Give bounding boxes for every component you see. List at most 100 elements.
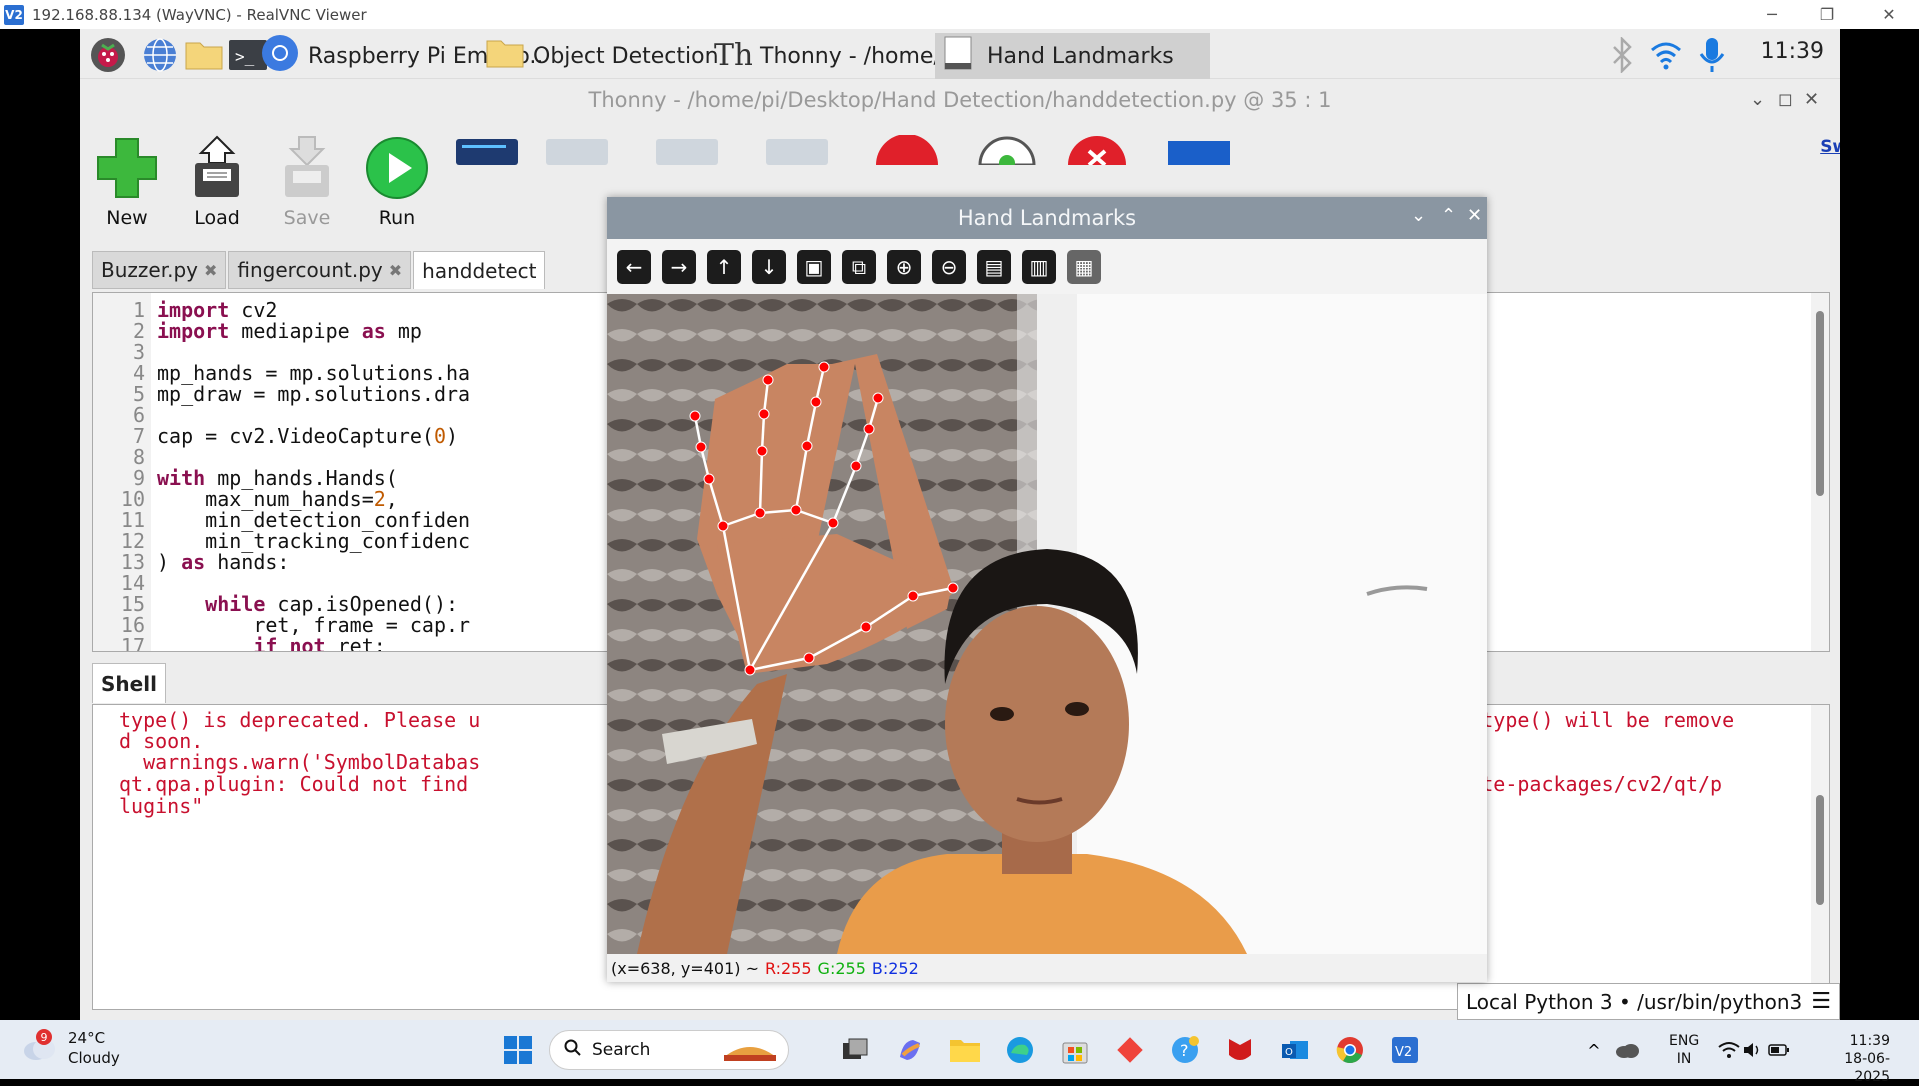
- wifi-icon[interactable]: [1717, 1030, 1741, 1070]
- chevron-up-icon[interactable]: ^: [1582, 1030, 1606, 1070]
- close-button[interactable]: ✕: [1862, 0, 1916, 29]
- scrollbar-thumb[interactable]: [1816, 311, 1824, 496]
- switch-mode-link[interactable]: Switch to regular mode: [1730, 135, 1840, 207]
- help-icon[interactable]: ?: [1165, 1030, 1205, 1070]
- tab-buzzer[interactable]: Buzzer.py ✖: [92, 251, 227, 289]
- shell-line: lugins": [119, 794, 204, 818]
- task-raspberry-pi-emotion[interactable]: Raspberry Pi Emotio..: [260, 33, 543, 79]
- onedrive-icon[interactable]: [1612, 1030, 1642, 1070]
- svg-text:Th: Th: [714, 38, 752, 73]
- task-view-icon[interactable]: [835, 1030, 875, 1070]
- raspberry-menu-icon[interactable]: [88, 35, 128, 75]
- volume-icon[interactable]: [1741, 1030, 1765, 1070]
- task-object-detection[interactable]: Object Detection: [485, 33, 719, 79]
- language-code: ENG: [1669, 1033, 1700, 1049]
- chevron-up-icon[interactable]: ⌃: [1441, 205, 1456, 226]
- interpreter-label: Local Python 3 • /usr/bin/python3: [1466, 989, 1803, 1014]
- chevron-down-icon[interactable]: ⌄: [1411, 205, 1426, 226]
- weather-widget[interactable]: 9 24°C Cloudy: [22, 1028, 120, 1068]
- new-button[interactable]: New: [82, 135, 172, 245]
- shell-line: warnings.warn('SymbolDatabas: [119, 750, 481, 774]
- bluetooth-icon[interactable]: [1602, 35, 1642, 75]
- run-button[interactable]: Run: [352, 135, 442, 245]
- copilot-icon[interactable]: [890, 1030, 930, 1070]
- svg-text:O: O: [1285, 1047, 1293, 1058]
- maximize-icon[interactable]: ◻: [1778, 89, 1793, 110]
- hamburger-menu-icon[interactable]: ☰: [1811, 989, 1831, 1014]
- close-icon[interactable]: ✕: [1467, 205, 1482, 226]
- task-thonny[interactable]: Th Thonny - /home/pi/..: [712, 33, 982, 79]
- run-label: Run: [378, 207, 416, 229]
- camera-frame[interactable]: [607, 294, 1487, 954]
- zoom-out-icon[interactable]: ⊖: [932, 249, 966, 284]
- web-browser-icon[interactable]: [140, 35, 180, 75]
- mcafee-icon[interactable]: [1220, 1030, 1260, 1070]
- search-placeholder: Search: [592, 1040, 651, 1060]
- cloud-icon: 9: [22, 1029, 58, 1063]
- code-line: mp_draw = mp.solutions.dra: [157, 382, 471, 406]
- landmark-point: [790, 504, 802, 516]
- pan-left-icon[interactable]: ←: [617, 249, 651, 284]
- window-title: Hand Landmarks: [957, 206, 1137, 230]
- tab-shell[interactable]: Shell: [92, 663, 166, 703]
- close-tab-icon[interactable]: ✖: [389, 261, 402, 280]
- maximize-button[interactable]: ❐: [1800, 0, 1854, 29]
- close-icon[interactable]: ✕: [1804, 89, 1819, 110]
- region-code: IN: [1676, 1051, 1692, 1067]
- code-line: ) as hands:: [157, 550, 290, 574]
- realvnc-taskbar-icon[interactable]: V2: [1385, 1030, 1425, 1070]
- debug-button[interactable]: [442, 135, 532, 245]
- landmark-point: [872, 392, 884, 404]
- wifi-icon[interactable]: [1646, 35, 1686, 75]
- load-button[interactable]: Load: [172, 135, 262, 245]
- copy-clipboard-icon[interactable]: ▥: [1022, 249, 1056, 284]
- load-file-icon: [195, 135, 239, 197]
- system-clock[interactable]: 11:39 18-06-2025: [1810, 1032, 1890, 1086]
- properties-icon[interactable]: ▦: [1067, 249, 1101, 284]
- landmark-point: [860, 621, 872, 633]
- switch-mode-line: regular: [1730, 159, 1840, 183]
- zoom-in-icon[interactable]: ⊕: [887, 249, 921, 284]
- windows-taskbar: 9 24°C Cloudy Search ? O V2 ^ ENG IN 11:…: [0, 1020, 1919, 1085]
- outlook-icon[interactable]: O: [1275, 1030, 1315, 1070]
- chrome-icon[interactable]: [1330, 1030, 1370, 1070]
- tab-label: fingercount.py: [237, 258, 383, 282]
- step-out-icon: [766, 139, 828, 165]
- minimize-button[interactable]: ─: [1745, 0, 1799, 29]
- close-tab-icon[interactable]: ✖: [204, 261, 217, 280]
- tab-fingercount[interactable]: fingercount.py ✖: [228, 251, 412, 289]
- microphone-icon[interactable]: [1692, 35, 1732, 75]
- language-indicator[interactable]: ENG IN: [1669, 1032, 1699, 1068]
- save-label: Save: [283, 207, 331, 229]
- landmark-point: [810, 396, 822, 408]
- file-manager-icon[interactable]: [184, 35, 224, 75]
- save-image-icon[interactable]: ▤: [977, 249, 1011, 284]
- zoom-fit-icon[interactable]: ⧉: [842, 249, 876, 284]
- hand-landmarks-titlebar[interactable]: Hand Landmarks ⌄ ⌃ ✕: [607, 197, 1487, 239]
- windows-start-icon[interactable]: [498, 1030, 538, 1070]
- anydesk-icon[interactable]: [1110, 1030, 1150, 1070]
- interpreter-selector[interactable]: Local Python 3 • /usr/bin/python3 ☰: [1457, 983, 1840, 1020]
- chevron-down-icon[interactable]: ⌄: [1750, 89, 1765, 110]
- task-hand-landmarks[interactable]: Hand Landmarks: [935, 33, 1210, 79]
- microsoft-store-icon[interactable]: [1055, 1030, 1095, 1070]
- shell-scrollbar[interactable]: [1811, 705, 1829, 1009]
- vnc-titlebar: V2 192.168.88.134 (WayVNC) - RealVNC Vie…: [0, 0, 1919, 29]
- scrollbar-thumb[interactable]: [1816, 795, 1824, 905]
- editor-scrollbar[interactable]: [1811, 293, 1829, 651]
- taskbar-search[interactable]: Search: [549, 1030, 789, 1070]
- resume-icon: [876, 135, 938, 165]
- pan-down-icon[interactable]: ↓: [752, 249, 786, 284]
- pan-up-icon[interactable]: ↑: [707, 249, 741, 284]
- pan-right-icon[interactable]: →: [662, 249, 696, 284]
- save-button[interactable]: Save: [262, 135, 352, 245]
- landmark-point: [827, 517, 839, 529]
- file-explorer-icon[interactable]: [945, 1030, 985, 1070]
- landmark-point: [762, 374, 774, 386]
- thonny-icon: Th: [712, 33, 753, 79]
- zoom-reset-icon[interactable]: ▣: [797, 249, 831, 284]
- edge-icon[interactable]: [1000, 1030, 1040, 1070]
- battery-icon[interactable]: [1767, 1030, 1791, 1070]
- landmark-point: [850, 460, 862, 472]
- tab-handdetection[interactable]: handdetect: [413, 251, 546, 289]
